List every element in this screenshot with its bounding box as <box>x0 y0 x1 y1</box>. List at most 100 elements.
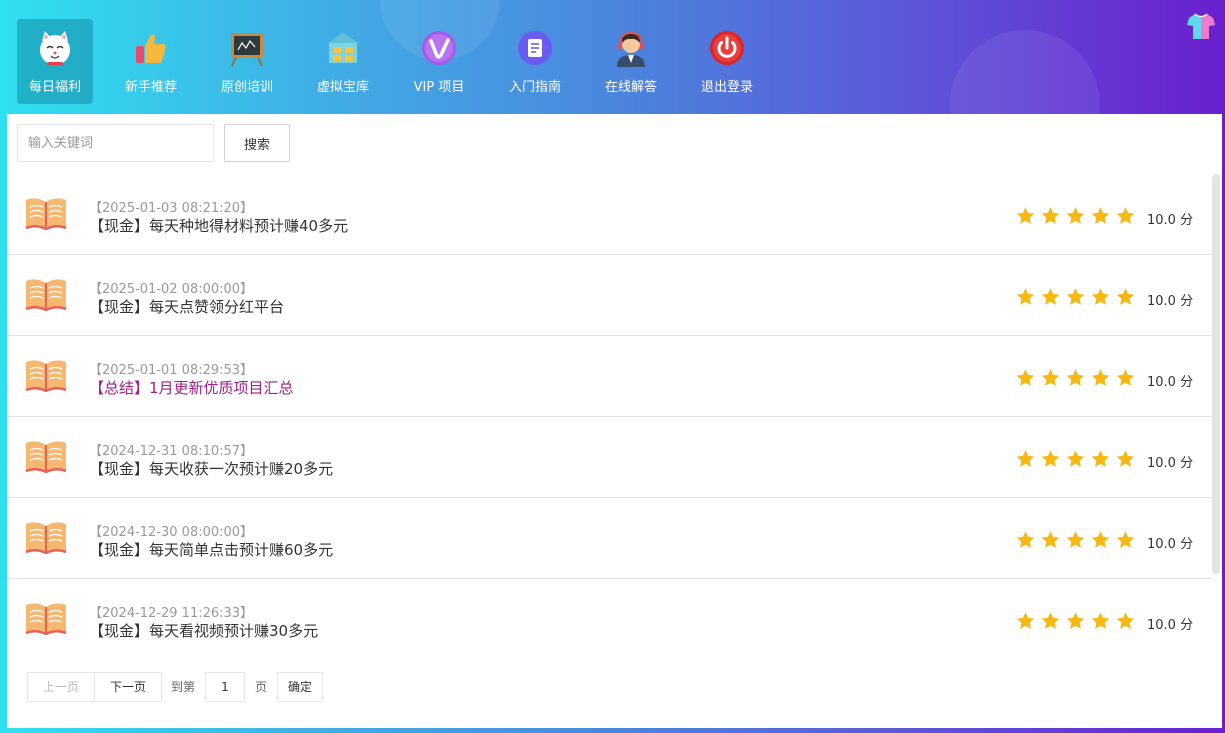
star-rating <box>1015 449 1140 469</box>
nav-item-vip-projects[interactable]: VIP 项目 <box>401 19 477 104</box>
star-icon <box>1041 612 1060 629</box>
star-icon <box>1016 288 1035 305</box>
item-date: 【2024-12-30 08:00:00】 <box>89 525 254 540</box>
item-score: 10.0 分 <box>1147 456 1194 471</box>
nav-label: 退出登录 <box>700 80 753 95</box>
nav-item-newbie-recommend[interactable]: 新手推荐 <box>113 19 189 104</box>
open-book-icon <box>25 198 67 230</box>
list-item[interactable]: 【2025-01-02 08:00:00】 【现金】每天点赞领分红平台 10.0… <box>7 255 1212 336</box>
item-title[interactable]: 【现金】每天简单点击预计赚60多元 <box>89 539 333 560</box>
list-scrollbar[interactable] <box>1212 174 1220 574</box>
star-icon <box>1016 450 1035 467</box>
star-icon <box>1066 531 1085 548</box>
item-title[interactable]: 【现金】每天点赞领分红平台 <box>89 296 284 317</box>
star-icon <box>1016 531 1035 548</box>
search-button[interactable]: 搜索 <box>224 124 290 162</box>
star-icon <box>1066 288 1085 305</box>
star-icon <box>1091 369 1110 386</box>
star-icon <box>1066 450 1085 467</box>
document-icon <box>518 31 552 65</box>
nav-item-online-answers[interactable]: 在线解答 <box>593 19 669 104</box>
list-item[interactable]: 【2024-12-31 08:10:57】 【现金】每天收获一次预计赚20多元 … <box>7 417 1212 498</box>
list-item[interactable]: 【2025-01-03 08:21:20】 【现金】每天种地得材料预计赚40多元… <box>7 174 1212 255</box>
nav-item-daily-welfare[interactable]: 每日福利 <box>17 19 93 104</box>
star-icon <box>1016 612 1035 629</box>
nav-item-original-training[interactable]: 原创培训 <box>209 19 285 104</box>
star-icon <box>1041 369 1060 386</box>
vip-icon <box>422 31 456 65</box>
nav-label: 入门指南 <box>508 80 561 95</box>
next-page-button[interactable]: 下一页 <box>94 672 162 702</box>
confirm-page-button[interactable]: 确定 <box>277 672 323 702</box>
star-rating <box>1015 206 1140 226</box>
item-date: 【2024-12-31 08:10:57】 <box>89 444 254 459</box>
nav-label: 新手推荐 <box>124 80 177 95</box>
item-score: 10.0 分 <box>1147 294 1194 309</box>
star-icon <box>1116 450 1135 467</box>
item-score: 10.0 分 <box>1147 618 1194 633</box>
prev-page-button[interactable]: 上一页 <box>27 672 95 702</box>
list-item[interactable]: 【2024-12-29 11:26:33】 【现金】每天看视频预计赚30多元 1… <box>7 579 1212 660</box>
star-rating <box>1015 287 1140 307</box>
star-icon <box>1041 207 1060 224</box>
star-icon <box>1091 207 1110 224</box>
open-book-icon <box>25 360 67 392</box>
star-icon <box>1116 612 1135 629</box>
star-rating <box>1015 611 1140 631</box>
shirt-icon[interactable] <box>1186 12 1216 40</box>
goto-label: 到第 <box>171 680 196 694</box>
list-item[interactable]: 【2025-01-01 08:29:53】 【总结】1月更新优质项目汇总 10.… <box>7 336 1212 417</box>
star-icon <box>1116 207 1135 224</box>
nav-item-virtual-treasury[interactable]: 虚拟宝库 <box>305 19 381 104</box>
item-date: 【2025-01-01 08:29:53】 <box>89 363 254 378</box>
star-icon <box>1066 612 1085 629</box>
item-title[interactable]: 【总结】1月更新优质项目汇总 <box>89 377 294 398</box>
page-number-input[interactable] <box>205 672 245 702</box>
star-icon <box>1091 288 1110 305</box>
thumbs-up-icon <box>136 34 166 63</box>
item-title[interactable]: 【现金】每天看视频预计赚30多元 <box>89 620 318 641</box>
nav-label: VIP 项目 <box>413 80 465 95</box>
item-score: 10.0 分 <box>1147 375 1194 390</box>
star-icon <box>1066 207 1085 224</box>
item-title[interactable]: 【现金】每天种地得材料预计赚40多元 <box>89 215 348 236</box>
nav-label: 每日福利 <box>28 80 81 95</box>
power-icon <box>710 31 744 65</box>
nav-label: 在线解答 <box>604 80 657 95</box>
project-list: 【2025-01-03 08:21:20】 【现金】每天种地得材料预计赚40多元… <box>7 174 1212 660</box>
item-date: 【2024-12-29 11:26:33】 <box>89 606 254 621</box>
item-date: 【2025-01-03 08:21:20】 <box>89 201 254 216</box>
item-score: 10.0 分 <box>1147 537 1194 552</box>
open-book-icon <box>25 603 67 635</box>
star-icon <box>1016 369 1035 386</box>
open-book-icon <box>25 522 67 554</box>
star-rating <box>1015 368 1140 388</box>
page-unit-label: 页 <box>255 680 268 694</box>
item-date: 【2025-01-02 08:00:00】 <box>89 282 254 297</box>
nav-item-logout[interactable]: 退出登录 <box>689 19 765 104</box>
star-icon <box>1041 288 1060 305</box>
nav-label: 虚拟宝库 <box>316 80 369 95</box>
support-agent-icon <box>617 31 645 67</box>
treasury-icon <box>327 33 359 63</box>
top-navigation: 每日福利 新手推荐 原创培训 虚拟宝库 VIP 项目 入门指南 在线解答 退出登… <box>0 0 1225 114</box>
star-icon <box>1116 531 1135 548</box>
star-icon <box>1091 450 1110 467</box>
star-icon <box>1016 207 1035 224</box>
star-icon <box>1091 612 1110 629</box>
list-item[interactable]: 【2024-12-30 08:00:00】 【现金】每天简单点击预计赚60多元 … <box>7 498 1212 579</box>
nav-label: 原创培训 <box>220 80 273 95</box>
star-rating <box>1015 530 1140 550</box>
star-icon <box>1091 531 1110 548</box>
star-icon <box>1041 531 1060 548</box>
open-book-icon <box>25 441 67 473</box>
nav-item-beginner-guide[interactable]: 入门指南 <box>497 19 573 104</box>
star-icon <box>1116 288 1135 305</box>
star-icon <box>1041 450 1060 467</box>
lucky-cat-icon <box>40 31 70 65</box>
star-icon <box>1066 369 1085 386</box>
content-panel: 搜索 【2025-01-03 08:21:20】 【现金】每天种地得材料预计赚4… <box>7 114 1222 728</box>
search-input[interactable] <box>17 124 214 162</box>
item-score: 10.0 分 <box>1147 213 1194 228</box>
item-title[interactable]: 【现金】每天收获一次预计赚20多元 <box>89 458 333 479</box>
